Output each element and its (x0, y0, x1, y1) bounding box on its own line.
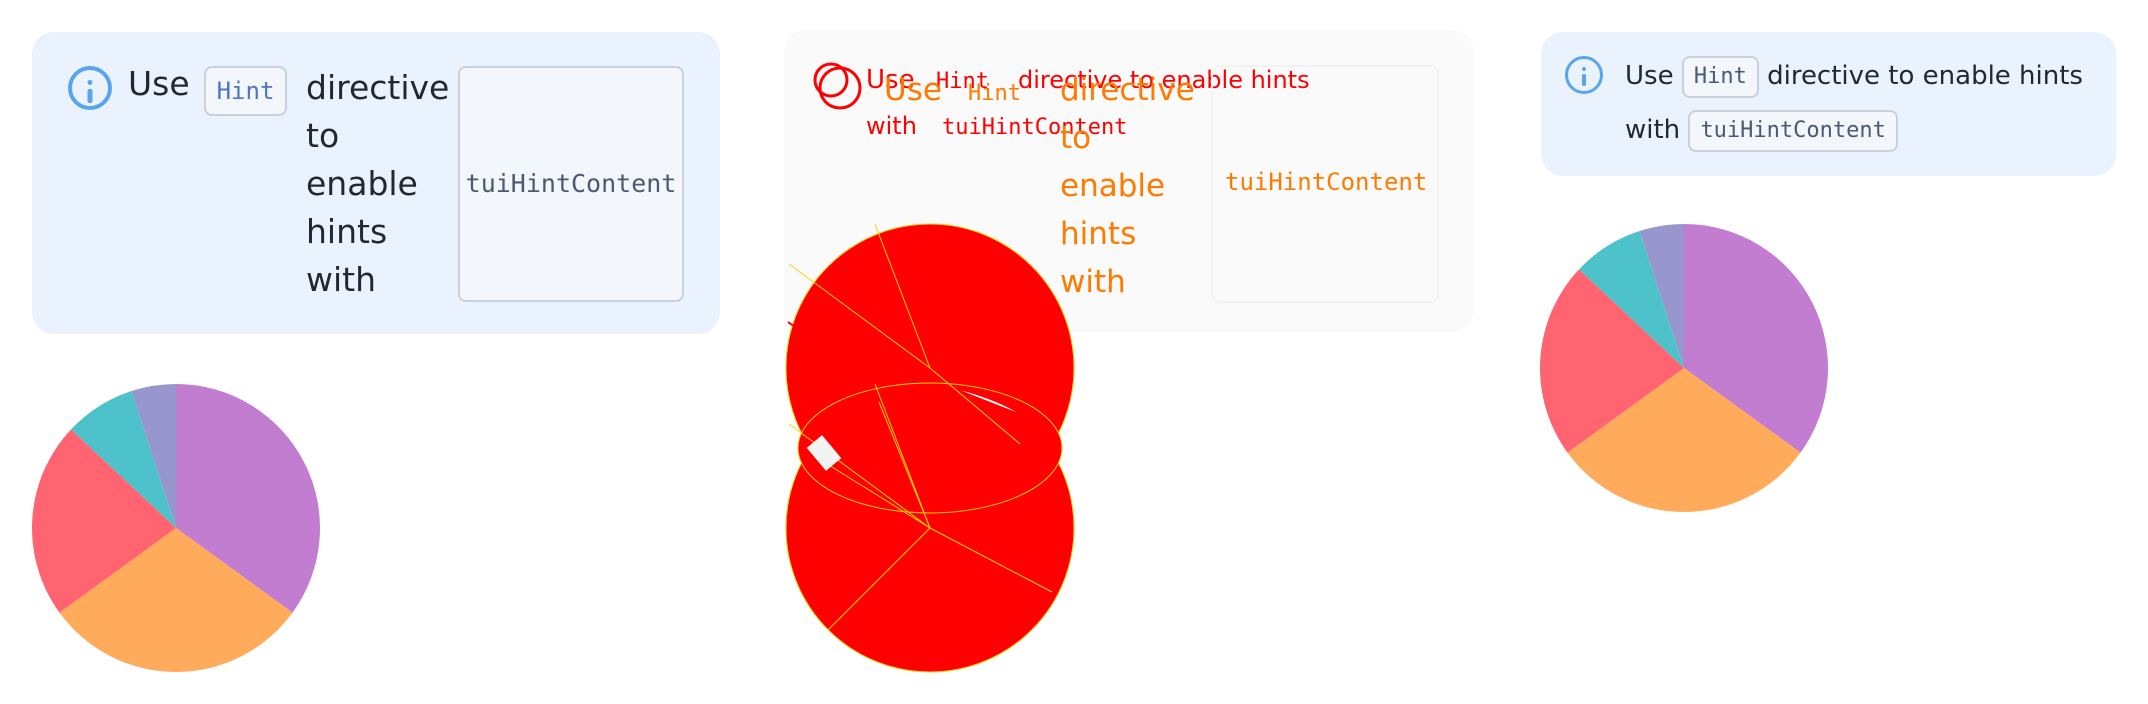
notice-word: directive (306, 68, 450, 107)
diff-text-content-a: tuiHintContent (942, 115, 1127, 140)
left-panel: Use Hint directive to enable hints with … (0, 0, 756, 704)
pie-chart[interactable] (30, 382, 322, 674)
diff-pie-overlap (797, 382, 1063, 514)
diff-pie-overlay (785, 223, 1075, 673)
notice-word: enable (306, 164, 418, 203)
hint-content-code-chip: tuiHintContent (458, 66, 684, 302)
diff-text-word: to (1060, 120, 1091, 156)
diff-text-use-b: Use (884, 72, 942, 108)
right-panel: Use Hint directive to enable hints with … (1508, 0, 2148, 704)
hint-notice: Use Hint directive to enable hints with … (32, 32, 720, 334)
notice-use-text: Use (1625, 61, 1674, 91)
info-icon (1565, 56, 1603, 94)
notice-word: hints (306, 212, 388, 251)
notice-wrapped-text: directive to enable hints with (306, 64, 449, 304)
hint-notice: Use Hint directive to enable hints with … (1541, 32, 2116, 176)
notice-with-text: with (1625, 115, 1681, 145)
diff-panel: Use Hint directive to enable hints with … (756, 0, 1508, 704)
info-icon (68, 66, 112, 110)
pie-chart[interactable] (1538, 222, 1830, 514)
diff-comparison-stage: Use Hint directive to enable hints with … (0, 0, 2148, 704)
notice-line-2: with tuiHintContent (1625, 108, 1898, 152)
hint-content-code-chip: tuiHintContent (1688, 109, 1898, 152)
notice-word: with (306, 260, 377, 299)
hint-code-chip: Hint (1681, 55, 1759, 98)
diff-text-with-a: with (866, 112, 917, 140)
notice-use-text: Use (128, 64, 190, 103)
info-icon (818, 66, 862, 110)
notice-main-text: directive to enable hints (1767, 61, 2083, 91)
diff-text-content-b: tuiHintContent (1225, 168, 1427, 196)
diff-text-word: directive (1060, 72, 1195, 108)
notice-word: to (306, 116, 340, 155)
notice-line-1: Use Hint directive to enable hints (1625, 54, 2083, 98)
diff-text-word: enable (1060, 168, 1165, 204)
diff-text-hint-b: Hint (968, 81, 1021, 106)
hint-code-chip: Hint (204, 66, 287, 116)
